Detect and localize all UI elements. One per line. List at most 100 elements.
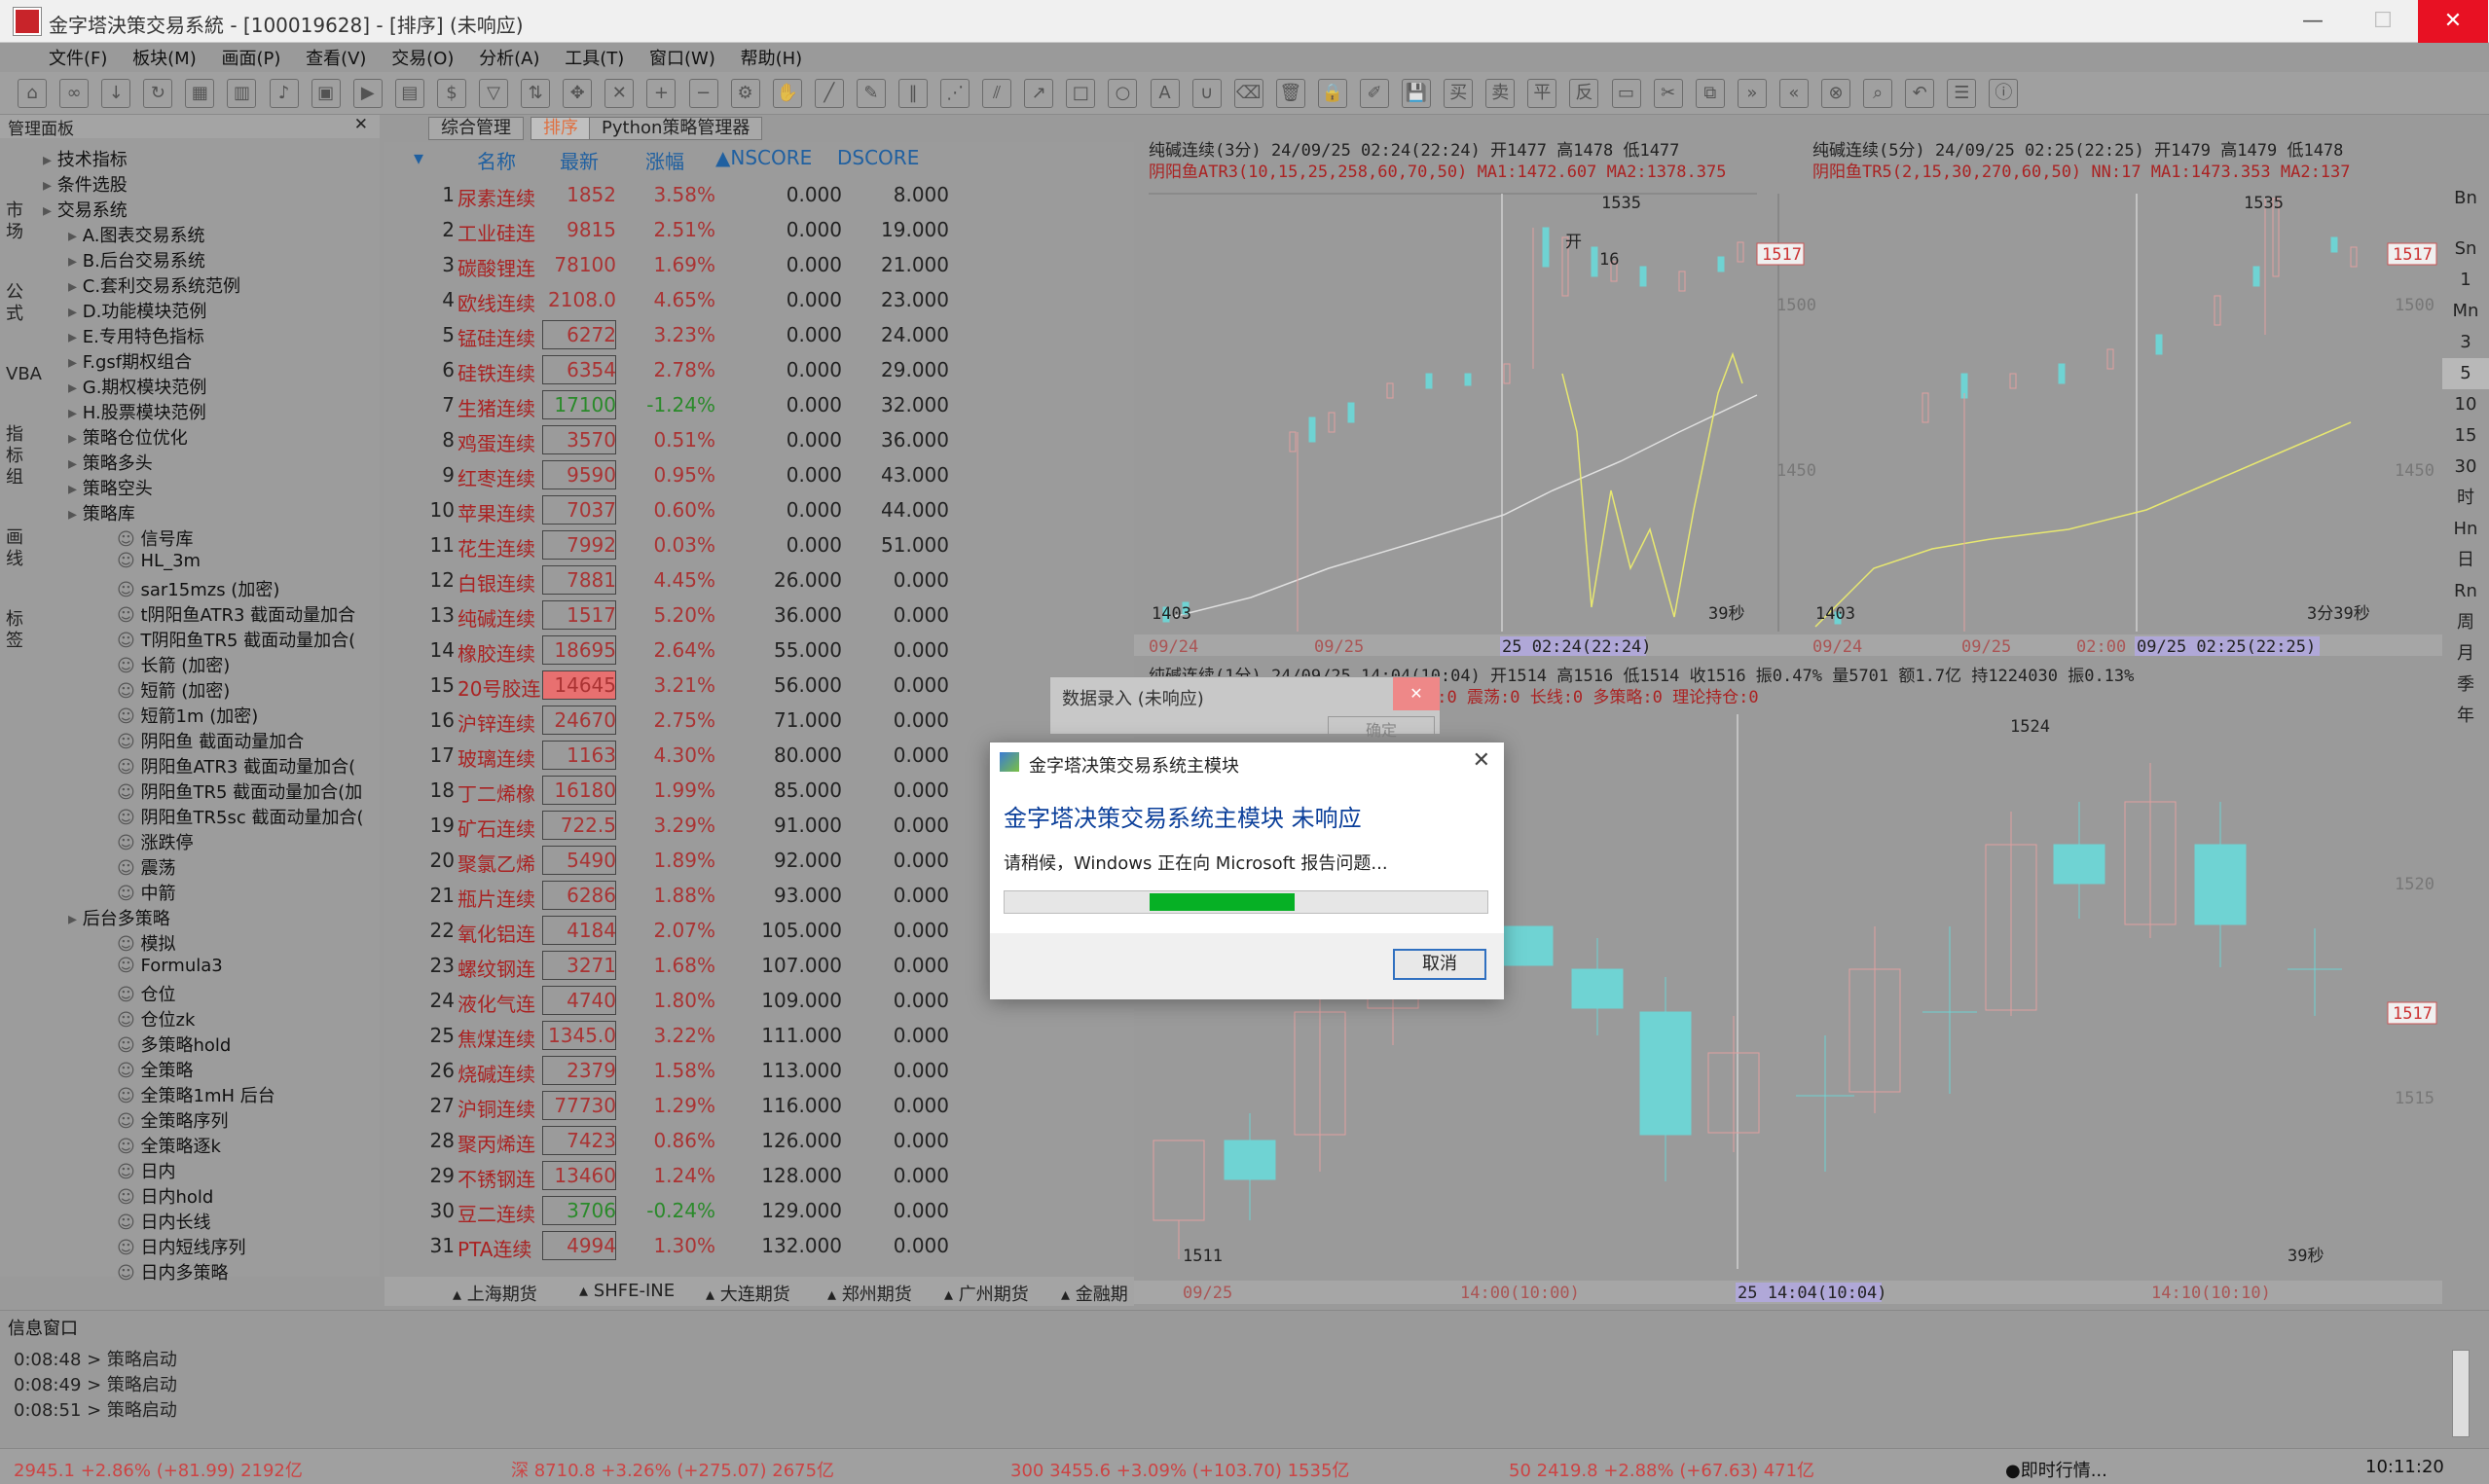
buy-icon[interactable]: 买 <box>1444 79 1474 108</box>
period-10[interactable]: 10 <box>2442 389 2489 420</box>
tree-item[interactable]: ☺ 全策略1mH 后台 <box>117 1082 275 1107</box>
table-row[interactable]: 8 鸡蛋连续 3570 0.51% 0.000 36.000 <box>384 422 1134 457</box>
header-dscore[interactable]: DSCORE <box>837 146 919 169</box>
table-row[interactable]: 1 尿素连续 1852 3.58% 0.000 8.000 <box>384 177 1134 212</box>
tree-item[interactable]: ▸ D.功能模块范例 <box>68 298 206 323</box>
tree-item[interactable]: ▸ E.专用特色指标 <box>68 323 204 348</box>
menu-view[interactable]: 查看(V) <box>296 43 376 72</box>
table-row[interactable]: 4 欧线连续 2108.0 4.65% 0.000 23.000 <box>384 282 1134 317</box>
vtab-formula[interactable]: 公式 <box>6 282 29 325</box>
list-icon[interactable]: ☰ <box>1947 79 1977 108</box>
tree-item[interactable]: ▸ H.股票模块范例 <box>68 399 206 424</box>
table-row[interactable]: 10 苹果连续 7037 0.60% 0.000 44.000 <box>384 492 1134 527</box>
image-icon[interactable]: ▣ <box>311 79 341 108</box>
info-icon[interactable]: ⓘ <box>1989 79 2019 108</box>
link-icon[interactable]: ∞ <box>59 79 90 108</box>
panel-close-icon[interactable]: ✕ <box>354 115 368 134</box>
data-entry-close-button[interactable]: ✕ <box>1393 677 1440 710</box>
tree-item[interactable]: ☺ 震荡 <box>117 854 176 880</box>
table-row[interactable]: 12 白银连续 7881 4.45% 26.000 0.000 <box>384 562 1134 597</box>
period-week[interactable]: 周 <box>2442 607 2489 638</box>
period-hour[interactable]: 时 <box>2442 483 2489 514</box>
message-scrollbar[interactable] <box>2452 1350 2470 1437</box>
tree-item[interactable]: ☺ 阴阳鱼 截面动量加合 <box>117 728 304 753</box>
tree-item[interactable]: ☺ 全策略 <box>117 1057 194 1082</box>
magnet-icon[interactable]: ∪ <box>1191 79 1222 108</box>
tree-item[interactable]: ☺ 仓位zk <box>117 1006 195 1032</box>
tree-item[interactable]: ☺ 短箭1m (加密) <box>117 703 258 728</box>
zoom-in-icon[interactable]: + <box>646 79 677 108</box>
maximize-button[interactable]: ☐ <box>2348 0 2418 43</box>
header-change[interactable]: 涨幅 <box>645 146 684 174</box>
undo-icon[interactable]: ↶ <box>1905 79 1935 108</box>
pen-icon[interactable]: ✎ <box>856 79 886 108</box>
period-3[interactable]: 3 <box>2442 327 2489 358</box>
period-5[interactable]: 5 <box>2442 358 2489 389</box>
table-row[interactable]: 26 烧碱连续 2379 1.58% 113.000 0.000 <box>384 1053 1134 1088</box>
period-year[interactable]: 年 <box>2442 701 2489 732</box>
tab-shfe-ine[interactable]: ▴ SHFE-INE <box>579 1281 675 1301</box>
stop-icon[interactable]: ⊗ <box>1821 79 1851 108</box>
close-button[interactable]: ✕ <box>2418 0 2488 43</box>
tree-item[interactable]: ☺ 阴阳鱼TR5sc 截面动量加合( <box>117 804 363 829</box>
table-row[interactable]: 9 红枣连续 9590 0.95% 0.000 43.000 <box>384 457 1134 492</box>
tree-item[interactable]: ▸ 条件选股 <box>43 171 128 197</box>
menu-file[interactable]: 文件(F) <box>39 43 117 72</box>
cross-icon[interactable]: ✕ <box>604 79 635 108</box>
tree-item[interactable]: ☺ 阴阳鱼ATR3 截面动量加合( <box>117 753 355 778</box>
table-row[interactable]: 2 工业硅连 9815 2.51% 0.000 19.000 <box>384 212 1134 247</box>
grid-icon[interactable]: ▦ <box>185 79 215 108</box>
table-row[interactable]: 11 花生连续 7992 0.03% 0.000 51.000 <box>384 527 1134 562</box>
arrow-icon[interactable]: ↗ <box>1024 79 1054 108</box>
table-row[interactable]: 31 PTA连续 4994 1.30% 132.000 0.000 <box>384 1228 1134 1263</box>
table-row[interactable]: 16 沪锌连续 24670 2.75% 71.000 0.000 <box>384 703 1134 738</box>
line-icon[interactable]: ╱ <box>814 79 844 108</box>
home-icon[interactable]: ⌂ <box>18 79 47 108</box>
tree-item[interactable]: ☺ 日内hold <box>117 1183 213 1209</box>
tree-item[interactable]: ☺ 日内短线序列 <box>117 1234 246 1259</box>
forward-icon[interactable]: » <box>1737 79 1767 108</box>
table-row[interactable]: 27 沪铜连续 77730 1.29% 116.000 0.000 <box>384 1088 1134 1123</box>
back-icon[interactable]: « <box>1778 79 1809 108</box>
vtab-drawing[interactable]: 画线 <box>6 527 29 570</box>
rect-icon[interactable]: □ <box>1066 79 1096 108</box>
tree-item[interactable]: ☺ 中箭 <box>117 880 176 905</box>
vtab-market[interactable]: 市场 <box>6 200 29 243</box>
cancel-button[interactable]: 取消 <box>1393 949 1486 980</box>
tree-item[interactable]: ☺ 全策略序列 <box>117 1107 229 1133</box>
tree-item[interactable]: ☺ 日内长线 <box>117 1209 211 1234</box>
table-row[interactable]: 5 锰硅连续 6272 3.23% 0.000 24.000 <box>384 317 1134 352</box>
tree-item[interactable]: ▸ 策略多头 <box>68 450 153 475</box>
tree-item[interactable]: ☺ 涨跌停 <box>117 829 194 854</box>
table-row[interactable]: 15 20号胶连 14645 3.21% 56.000 0.000 <box>384 668 1134 703</box>
tab-shfe[interactable]: ▴ 上海期货 <box>453 1281 537 1306</box>
sell-icon[interactable]: 卖 <box>1485 79 1516 108</box>
tree-item[interactable]: ☺ 仓位 <box>117 981 176 1006</box>
minimize-button[interactable]: — <box>2278 0 2348 43</box>
cut-icon[interactable]: ✂ <box>1653 79 1683 108</box>
period-30[interactable]: 30 <box>2442 452 2489 483</box>
tree-item[interactable]: ☺ 日内 <box>117 1158 176 1183</box>
data-entry-ok-button[interactable]: 确定 <box>1328 716 1435 740</box>
table-row[interactable]: 30 豆二连续 3706 -0.24% 129.000 0.000 <box>384 1193 1134 1228</box>
chart-icon[interactable]: ▥ <box>227 79 257 108</box>
brush-icon[interactable]: ✐ <box>1360 79 1389 108</box>
tree-item[interactable]: ☺ 阴阳鱼TR5 截面动量加合(加 <box>117 778 362 804</box>
tree-item[interactable]: ☺ Formula3 <box>117 956 223 976</box>
dialog-close-icon[interactable]: ✕ <box>1473 748 1490 773</box>
period-hn[interactable]: Hn <box>2442 514 2489 545</box>
header-last[interactable]: 最新 <box>560 146 599 174</box>
tree-item[interactable]: ☺ 全策略逐k <box>117 1133 221 1158</box>
header-sort-icon[interactable]: ▾ <box>414 146 423 169</box>
download-icon[interactable]: ↓ <box>101 79 131 108</box>
period-rn[interactable]: Rn <box>2442 576 2489 607</box>
table-row[interactable]: 14 橡胶连续 18695 2.64% 55.000 0.000 <box>384 633 1134 668</box>
tree-item[interactable]: ▸ A.图表交易系统 <box>68 222 204 247</box>
dollar-icon[interactable]: $ <box>436 79 466 108</box>
menu-tools[interactable]: 工具(T) <box>555 43 634 72</box>
menu-window[interactable]: 窗口(W) <box>640 43 725 72</box>
realtime-status[interactable]: ●即时行情... <box>2005 1457 2107 1482</box>
play-icon[interactable]: ▶ <box>352 79 383 108</box>
settings-icon[interactable]: ⚙ <box>730 79 760 108</box>
vtab-indicator-group[interactable]: 指标组 <box>6 424 29 489</box>
